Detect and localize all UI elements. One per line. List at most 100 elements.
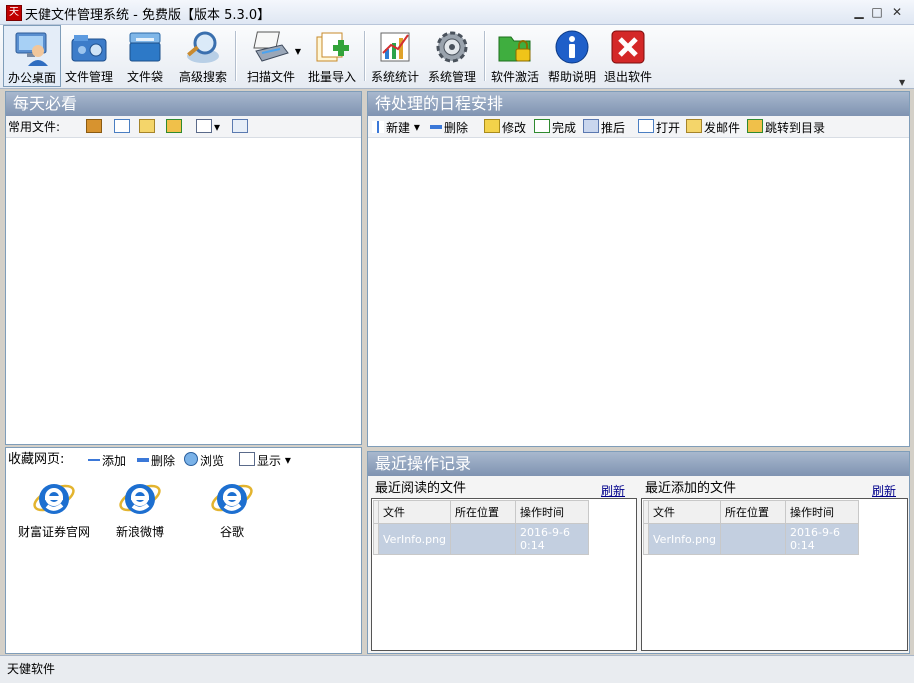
toolbar-exit-button[interactable]: 退出软件 (601, 25, 655, 87)
favorite-item[interactable]: 谷歌 (196, 476, 268, 546)
schedule-goto-label: 跳转到目录 (765, 120, 826, 135)
favorite-item-label: 新浪微博 (115, 525, 164, 539)
file-manage-icon (71, 35, 107, 62)
ie-browser-icon (119, 484, 161, 514)
toolbar-label: 文件管理 (64, 70, 113, 84)
favorites-bar: 收藏网页: 添加 删除 浏览 显示 ▾ (6, 448, 361, 472)
toolbar-file-manage-button[interactable]: 文件管理 (62, 25, 116, 87)
common-files-bar: 常用文件: ▾ (6, 116, 361, 138)
close-button[interactable]: ✕ (888, 4, 906, 20)
toolbar-separator (235, 31, 237, 81)
toolbar-label: 系统管理 (427, 70, 476, 84)
toolbar-label: 批量导入 (307, 70, 356, 84)
toolbar-help-button[interactable]: 帮助说明 (545, 25, 599, 87)
schedule-pane-title: 待处理的日程安排 (368, 92, 909, 116)
schedule-new-label: 新建 (386, 120, 411, 135)
schedule-edit-button[interactable]: 修改 (484, 119, 526, 135)
favorites-browse-label: 浏览 (200, 453, 225, 468)
main-toolbar: 办公桌面 文件管理 文件袋 高级搜索 扫描文件 ▼ 批量导入 系统统计 系统管理… (0, 25, 914, 89)
schedule-postpone-button[interactable]: 推后 (583, 119, 625, 135)
schedule-postpone-label: 推后 (601, 120, 626, 135)
favorites-delete-button[interactable]: 删除 (137, 452, 175, 468)
toolbar-file-bag-button[interactable]: 文件袋 (118, 25, 172, 87)
schedule-pane: 待处理的日程安排 新建 ▾ 删除 修改 完成 推后 打开 发邮件 跳转到目录 (367, 91, 910, 447)
schedule-open-label: 打开 (656, 120, 681, 135)
advanced-search-icon (187, 31, 219, 63)
exit-icon (611, 30, 645, 64)
favorite-item[interactable]: 新浪微博 (104, 476, 176, 546)
column-header[interactable]: 所在位置 (450, 500, 517, 524)
table-cell (450, 523, 517, 555)
favorites-display-button[interactable]: 显示 ▾ (239, 452, 291, 468)
toolbar-activate-button[interactable]: 软件激活 (488, 25, 542, 87)
schedule-delete-button[interactable]: 删除 (430, 119, 468, 135)
schedule-delete-label: 删除 (444, 120, 469, 135)
column-header[interactable]: 操作时间 (785, 500, 860, 524)
schedule-goto-button[interactable]: 跳转到目录 (747, 119, 825, 135)
favorites-delete-label: 删除 (151, 453, 176, 468)
favorite-item-label: 谷歌 (219, 525, 244, 539)
table-cell: 2016-9-6 0:14 (515, 523, 590, 555)
toolbar-label: 高级搜索 (178, 70, 227, 84)
ie-browser-icon (211, 484, 253, 514)
status-text: 天健软件 (7, 662, 56, 676)
column-header[interactable]: 所在位置 (720, 500, 787, 524)
recent-read-table: 文件 所在位置 操作时间 VerInfo.png 2016-9-6 0:14 (371, 498, 637, 651)
mail-icon[interactable] (139, 119, 157, 135)
batch-import-icon (316, 32, 349, 62)
recent-read-title: 最近阅读的文件 (375, 481, 467, 496)
activate-lock-icon (498, 36, 531, 62)
title-bar: 天 天健文件管理系统 - 免费版【版本 5.3.0】 ▁ □ ✕ (0, 0, 914, 25)
table-row[interactable]: VerInfo.png 2016-9-6 0:14 (643, 523, 860, 555)
open-folder-icon[interactable] (86, 119, 104, 135)
maximize-button[interactable]: □ (868, 4, 886, 20)
daily-pane: 每天必看 常用文件: ▾ (5, 91, 362, 445)
recent-read-refresh-link[interactable]: 刷新 (601, 482, 625, 499)
schedule-done-label: 完成 (552, 120, 577, 135)
toolbar-label: 扫描文件 (246, 70, 295, 84)
schedule-mail-button[interactable]: 发邮件 (686, 119, 740, 135)
favorite-item-label: 财富证券官网 (17, 525, 90, 539)
toolbar-label: 帮助说明 (547, 70, 596, 84)
column-header[interactable]: 文件 (377, 500, 452, 524)
system-gear-icon (436, 31, 468, 63)
chevron-down-icon[interactable]: ▼ (295, 47, 301, 56)
toolbar-label: 系统统计 (370, 70, 419, 84)
favorites-label: 收藏网页: (8, 452, 65, 467)
column-header[interactable]: 文件 (647, 500, 722, 524)
toolbar-batch-import-button[interactable]: 批量导入 (305, 25, 359, 87)
favorites-browse-button[interactable]: 浏览 (184, 452, 224, 468)
preview-icon[interactable] (114, 119, 132, 135)
minimize-button[interactable]: ▁ (850, 4, 868, 20)
column-header[interactable]: 操作时间 (515, 500, 590, 524)
toolbar-advanced-search-button[interactable]: 高级搜索 (174, 25, 232, 87)
recent-added-title: 最近添加的文件 (645, 481, 737, 496)
toolbar-system-manage-button[interactable]: 系统管理 (425, 25, 479, 87)
schedule-new-button[interactable]: 新建 ▾ (372, 119, 420, 135)
schedule-toolbar: 新建 ▾ 删除 修改 完成 推后 打开 发邮件 跳转到目录 (368, 116, 909, 138)
toolbar-separator (364, 31, 366, 81)
schedule-open-button[interactable]: 打开 (638, 119, 680, 135)
toolbar-overflow-icon[interactable]: ▼ (899, 78, 905, 87)
favorites-add-label: 添加 (102, 453, 127, 468)
toolbar-statistics-button[interactable]: 系统统计 (368, 25, 422, 87)
view-mode-icon[interactable]: ▾ (196, 119, 220, 135)
app-icon: 天 (6, 5, 22, 21)
recent-added-table: 文件 所在位置 操作时间 VerInfo.png 2016-9-6 0:14 (641, 498, 908, 651)
toolbar-desktop-button[interactable]: 办公桌面 (3, 25, 61, 87)
favorites-add-button[interactable]: 添加 (88, 452, 126, 468)
recent-added-refresh-link[interactable]: 刷新 (872, 482, 896, 499)
goto-folder-icon[interactable] (166, 119, 184, 135)
table-row[interactable]: VerInfo.png 2016-9-6 0:14 (373, 523, 590, 555)
ie-browser-icon (33, 484, 75, 514)
toolbar-separator (484, 31, 486, 81)
calendar-icon[interactable] (232, 119, 250, 135)
help-info-icon (555, 30, 589, 64)
schedule-done-button[interactable]: 完成 (534, 119, 576, 135)
favorite-item[interactable]: 财富证券官网 (6, 476, 102, 546)
toolbar-label: 退出软件 (603, 70, 652, 84)
status-bar: 天健软件 (0, 655, 914, 683)
file-bag-icon (129, 32, 161, 62)
table-cell: 2016-9-6 0:14 (785, 523, 860, 555)
toolbar-scan-button[interactable]: 扫描文件 ▼ (239, 25, 303, 87)
